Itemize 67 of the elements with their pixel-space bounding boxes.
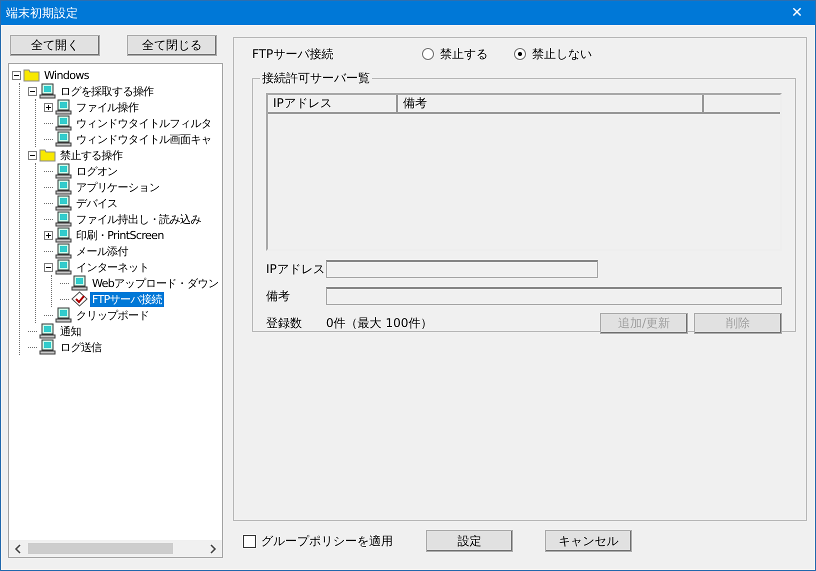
tree-item[interactable]: アプリケーション xyxy=(74,180,162,194)
count-label: 登録数 xyxy=(266,315,303,332)
tree-item[interactable]: FTPサーバ接続 xyxy=(90,292,164,306)
scroll-left-icon[interactable] xyxy=(14,544,22,554)
tree-item[interactable]: ファイル持出し・読み込み xyxy=(74,212,203,226)
checkbox-label: グループポリシーを適用 xyxy=(261,532,394,550)
checkbox[interactable] xyxy=(243,534,256,548)
column-header[interactable]: 備考 xyxy=(398,95,704,112)
tree-button[interactable]: 全て閉じる xyxy=(127,35,217,56)
tree-item[interactable]: Webアップロード・ダウン xyxy=(90,276,220,290)
computer-icon xyxy=(55,179,72,195)
tree-button[interactable]: 全て開く xyxy=(10,35,100,56)
radio-button[interactable] xyxy=(422,48,434,60)
computer-icon xyxy=(55,163,72,179)
expand-icon[interactable] xyxy=(44,102,53,112)
tree-item[interactable]: メール添付 xyxy=(74,244,130,258)
computer-icon xyxy=(39,83,56,99)
tree-item[interactable]: クリップボード xyxy=(74,308,151,322)
folder-icon xyxy=(39,148,56,162)
computer-icon xyxy=(55,227,72,243)
tree-item[interactable]: インターネット xyxy=(74,260,151,274)
count-value: 0件（最大 100件） xyxy=(326,315,432,332)
window-title: 端末初期設定 xyxy=(6,4,78,22)
dialog-button[interactable]: キャンセル xyxy=(545,530,632,552)
computer-icon xyxy=(55,259,72,275)
close-button[interactable]: ✕ xyxy=(779,1,815,25)
folder-icon xyxy=(23,68,40,82)
tree-item[interactable]: 通知 xyxy=(58,324,83,338)
diamond-check-icon xyxy=(71,291,88,307)
scrollbar-thumb[interactable] xyxy=(28,543,173,554)
group-title: 接続許可サーバー覧 xyxy=(261,70,371,87)
tree-item[interactable]: ログを採取する操作 xyxy=(58,84,156,98)
tree-item[interactable]: ウィンドウタイトル画面キャ xyxy=(74,132,214,146)
computer-icon xyxy=(71,275,88,291)
radio-label: 禁止する xyxy=(440,46,488,62)
column-header[interactable]: IPアドレス xyxy=(268,95,398,112)
setting-label: FTPサーバ接続 xyxy=(252,46,334,62)
collapse-icon[interactable] xyxy=(28,150,37,160)
computer-icon xyxy=(55,211,72,227)
tree-item[interactable]: ログ送信 xyxy=(58,340,104,354)
computer-icon xyxy=(55,243,72,259)
tree-item[interactable]: ウィンドウタイトルフィルタ xyxy=(74,116,214,130)
tree-item[interactable]: 印刷・PrintScreen xyxy=(74,228,166,242)
dialog-button[interactable]: 設定 xyxy=(426,530,513,552)
tree-item[interactable]: Windows xyxy=(42,68,91,82)
radio-button[interactable] xyxy=(514,48,526,60)
collapse-icon[interactable] xyxy=(12,70,21,80)
computer-icon xyxy=(55,195,72,211)
tree-item[interactable]: ログオン xyxy=(74,164,120,178)
collapse-icon[interactable] xyxy=(28,86,37,96)
input-field[interactable] xyxy=(326,287,782,305)
computer-icon xyxy=(39,339,56,355)
tree-item[interactable]: デバイス xyxy=(74,196,120,210)
field-label: IPアドレス xyxy=(266,260,326,278)
tree-item[interactable]: ファイル操作 xyxy=(74,100,140,114)
computer-icon xyxy=(55,99,72,115)
computer-icon xyxy=(55,131,72,147)
computer-icon xyxy=(55,115,72,131)
radio-label: 禁止しない xyxy=(532,46,592,62)
tree-item[interactable]: 禁止する操作 xyxy=(58,148,124,162)
computer-icon xyxy=(55,307,72,323)
field-label: 備考 xyxy=(266,288,291,304)
computer-icon xyxy=(39,323,56,339)
scroll-right-icon[interactable] xyxy=(209,544,217,554)
collapse-icon[interactable] xyxy=(44,262,53,272)
input-field[interactable] xyxy=(326,260,598,278)
expand-icon[interactable] xyxy=(44,230,53,240)
